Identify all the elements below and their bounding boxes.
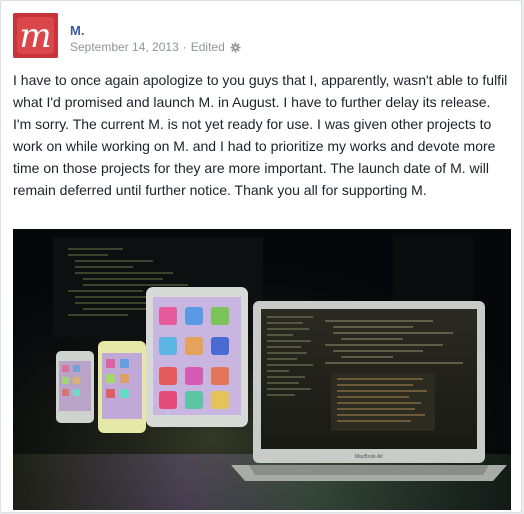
edited-label[interactable]: Edited: [191, 40, 225, 54]
m-logo-icon: m: [13, 13, 58, 58]
post-timestamp[interactable]: September 14, 2013: [70, 40, 179, 54]
gear-icon[interactable]: [230, 42, 241, 57]
facebook-post: m M. September 14, 2013 · Edited I have …: [0, 0, 522, 513]
phone-yellow: [98, 341, 146, 433]
phone-small: [56, 351, 94, 423]
meta-separator: ·: [182, 40, 187, 54]
avatar-letter: m: [19, 16, 51, 56]
author-avatar[interactable]: m: [13, 13, 58, 58]
author-name[interactable]: M.: [70, 23, 84, 39]
laptop: MacBook Air: [231, 301, 507, 481]
post-meta: September 14, 2013 · Edited: [70, 40, 241, 57]
post-body-text: I have to once again apologize to you gu…: [13, 72, 508, 198]
post-photo[interactable]: MacBook Air: [13, 229, 511, 510]
laptop-label: MacBook Air: [355, 454, 383, 460]
devices-photo-image: MacBook Air: [13, 229, 511, 510]
tablet: [146, 287, 248, 427]
